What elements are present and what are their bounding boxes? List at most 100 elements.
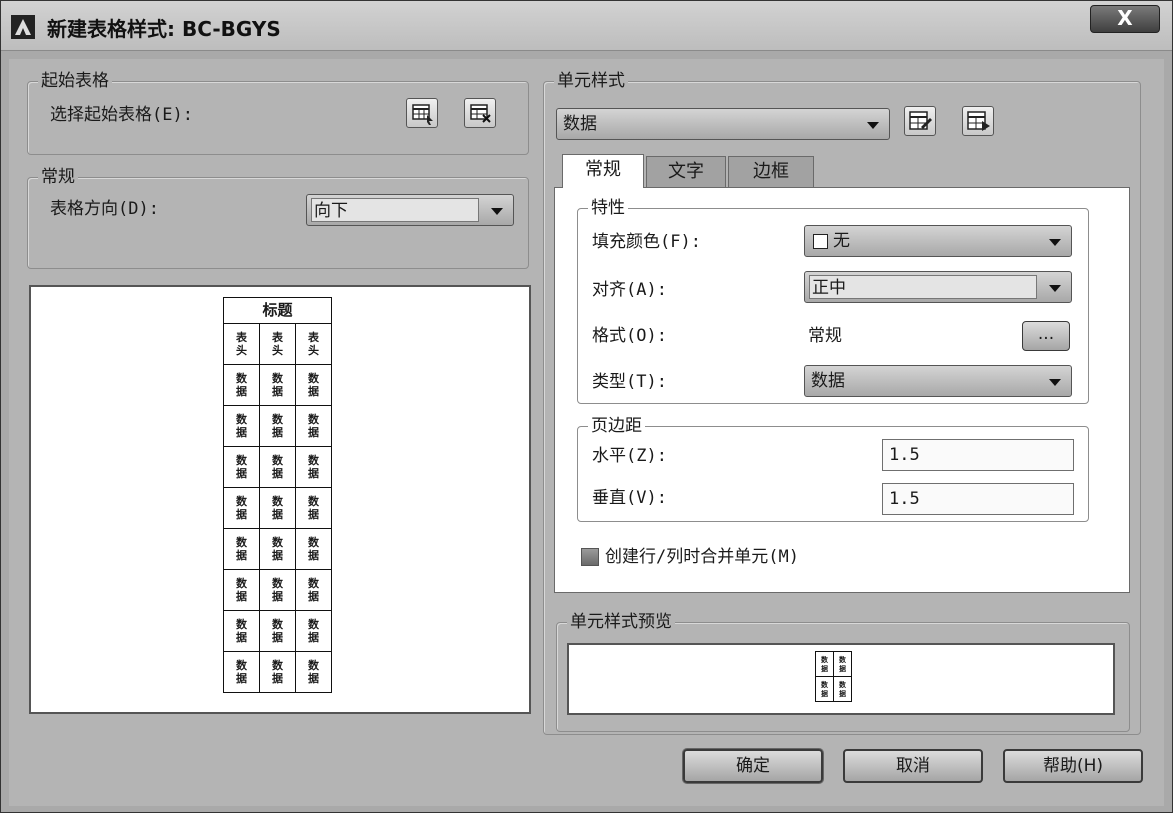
- preview-data-cell: 数据: [223, 651, 260, 693]
- dialog-window: 新建表格样式: BC-BGYS X 起始表格 选择起始表格(E): 常规 表格方…: [0, 0, 1173, 813]
- cell-style-preview-legend: 单元样式预览: [567, 612, 675, 632]
- preview-data-row: 数据数据数据: [223, 487, 332, 529]
- preview-data-cell: 数据: [259, 569, 296, 611]
- remove-start-table-button[interactable]: [464, 98, 496, 128]
- preview-data-row: 数据数据数据: [223, 364, 332, 406]
- select-start-table-label: 选择起始表格(E):: [50, 105, 193, 125]
- help-button[interactable]: 帮助(H): [1003, 749, 1143, 783]
- preview-data-cell: 数据: [223, 528, 260, 570]
- merge-cells-checkbox[interactable]: [581, 548, 599, 566]
- general-legend: 常规: [38, 167, 78, 187]
- manage-cell-styles-button[interactable]: [962, 106, 994, 136]
- cell-preview-row: 数据数据: [815, 651, 852, 677]
- color-swatch: [813, 234, 828, 249]
- type-select[interactable]: 数据: [804, 365, 1072, 397]
- alignment-value: 正中: [809, 275, 1037, 299]
- margins-legend: 页边距: [588, 416, 645, 436]
- margins-group: 页边距 水平(Z): 1.5 垂直(V): 1.5: [577, 416, 1089, 522]
- chevron-down-icon: [491, 208, 503, 215]
- preview-data-row: 数据数据数据: [223, 446, 332, 488]
- tab-borders[interactable]: 边框: [728, 156, 814, 188]
- ok-button[interactable]: 确定: [683, 749, 823, 783]
- table-remove-icon: [470, 104, 491, 123]
- fill-color-select[interactable]: 无: [804, 225, 1072, 257]
- alignment-label: 对齐(A):: [592, 280, 667, 300]
- fill-color-label: 填充颜色(F):: [592, 232, 701, 252]
- preview-table: 标题表头表头表头数据数据数据数据数据数据数据数据数据数据数据数据数据数据数据数据…: [223, 297, 332, 693]
- preview-data-cell: 数据: [295, 405, 332, 447]
- preview-data-cell: 数据: [223, 446, 260, 488]
- format-label: 格式(O):: [592, 326, 667, 346]
- horizontal-margin-input[interactable]: 1.5: [882, 439, 1074, 471]
- preview-data-cell: 数据: [259, 610, 296, 652]
- start-table-group: 起始表格 选择起始表格(E):: [27, 71, 529, 155]
- preview-cells: 数据数据数据数据: [815, 651, 852, 702]
- preview-data-cell: 数据: [223, 364, 260, 406]
- cell-style-preview-group: 单元样式预览 数据数据数据数据: [556, 612, 1130, 732]
- preview-data-row: 数据数据数据: [223, 610, 332, 652]
- tab-panel-general: 特性 填充颜色(F): 无 对齐(A): 正中 格式(O): 常规 ... 类型…: [554, 187, 1130, 593]
- preview-data-cell: 数据: [259, 487, 296, 529]
- preview-data-cell: 数据: [259, 446, 296, 488]
- cell-preview-cell: 数据: [815, 676, 834, 702]
- cell-preview-cell: 数据: [815, 651, 834, 677]
- preview-data-cell: 数据: [223, 405, 260, 447]
- preview-data-cell: 数据: [295, 569, 332, 611]
- autocad-app-icon: [11, 15, 35, 39]
- preview-data-cell: 数据: [223, 610, 260, 652]
- preview-data-cell: 数据: [223, 569, 260, 611]
- general-group: 常规 表格方向(D): 向下: [27, 167, 529, 269]
- dialog-body: 起始表格 选择起始表格(E): 常规 表格方向(D): 向下 标题 表 头 表 …: [9, 59, 1164, 806]
- horizontal-margin-label: 水平(Z):: [592, 446, 667, 466]
- table-style-preview: 标题表头表头表头数据数据数据数据数据数据数据数据数据数据数据数据数据数据数据数据…: [29, 285, 531, 714]
- chevron-down-icon: [1049, 379, 1061, 386]
- cell-preview-cell: 数据: [833, 651, 852, 677]
- preview-header-cell: 表头: [259, 323, 296, 365]
- preview-data-cell: 数据: [295, 364, 332, 406]
- preview-title-cell: 标题: [223, 297, 332, 324]
- type-value: 数据: [811, 371, 845, 391]
- close-button[interactable]: X: [1090, 5, 1160, 33]
- tab-general[interactable]: 常规: [562, 154, 644, 188]
- manage-cell-styles-icon: [967, 111, 990, 131]
- type-label: 类型(T):: [592, 372, 667, 392]
- preview-title-row: 标题: [223, 297, 332, 324]
- cancel-button[interactable]: 取消: [843, 749, 983, 783]
- chevron-down-icon: [867, 122, 879, 129]
- preview-data-cell: 数据: [259, 528, 296, 570]
- tab-text[interactable]: 文字: [646, 156, 726, 188]
- cell-style-select[interactable]: 数据: [556, 108, 890, 140]
- cell-preview-row: 数据数据: [815, 676, 852, 702]
- chevron-down-icon: [1049, 285, 1061, 292]
- title-bar[interactable]: 新建表格样式: BC-BGYS X: [1, 1, 1172, 51]
- preview-data-row: 数据数据数据: [223, 651, 332, 693]
- preview-data-cell: 数据: [223, 487, 260, 529]
- table-select-icon: [412, 104, 433, 125]
- preview-data-row: 数据数据数据: [223, 569, 332, 611]
- chevron-down-icon: [1049, 239, 1061, 246]
- cell-preview-cell: 数据: [833, 676, 852, 702]
- start-table-legend: 起始表格: [38, 71, 112, 91]
- preview-data-cell: 数据: [295, 446, 332, 488]
- vertical-margin-input[interactable]: 1.5: [882, 483, 1074, 515]
- merge-cells-label: 创建行/列时合并单元(M): [605, 547, 799, 567]
- table-direction-select[interactable]: 向下: [306, 194, 514, 226]
- preview-data-cell: 数据: [295, 651, 332, 693]
- alignment-select[interactable]: 正中: [804, 271, 1072, 303]
- cell-style-value: 数据: [563, 114, 597, 134]
- format-value: 常规: [808, 326, 842, 346]
- table-direction-value: 向下: [311, 198, 479, 222]
- select-start-table-button[interactable]: [406, 98, 438, 128]
- properties-group: 特性 填充颜色(F): 无 对齐(A): 正中 格式(O): 常规 ... 类型…: [577, 198, 1089, 404]
- fill-color-value: 无: [833, 231, 850, 251]
- format-browse-button[interactable]: ...: [1022, 321, 1070, 351]
- preview-header-row: 表头表头表头: [223, 323, 332, 365]
- table-direction-label: 表格方向(D):: [50, 199, 159, 219]
- preview-data-cell: 数据: [295, 610, 332, 652]
- window-title: 新建表格样式: BC-BGYS: [47, 17, 281, 41]
- properties-legend: 特性: [588, 198, 628, 218]
- preview-data-row: 数据数据数据: [223, 528, 332, 570]
- create-cell-style-button[interactable]: [904, 106, 936, 136]
- cell-style-preview: 数据数据数据数据: [567, 643, 1115, 715]
- preview-data-cell: 数据: [295, 487, 332, 529]
